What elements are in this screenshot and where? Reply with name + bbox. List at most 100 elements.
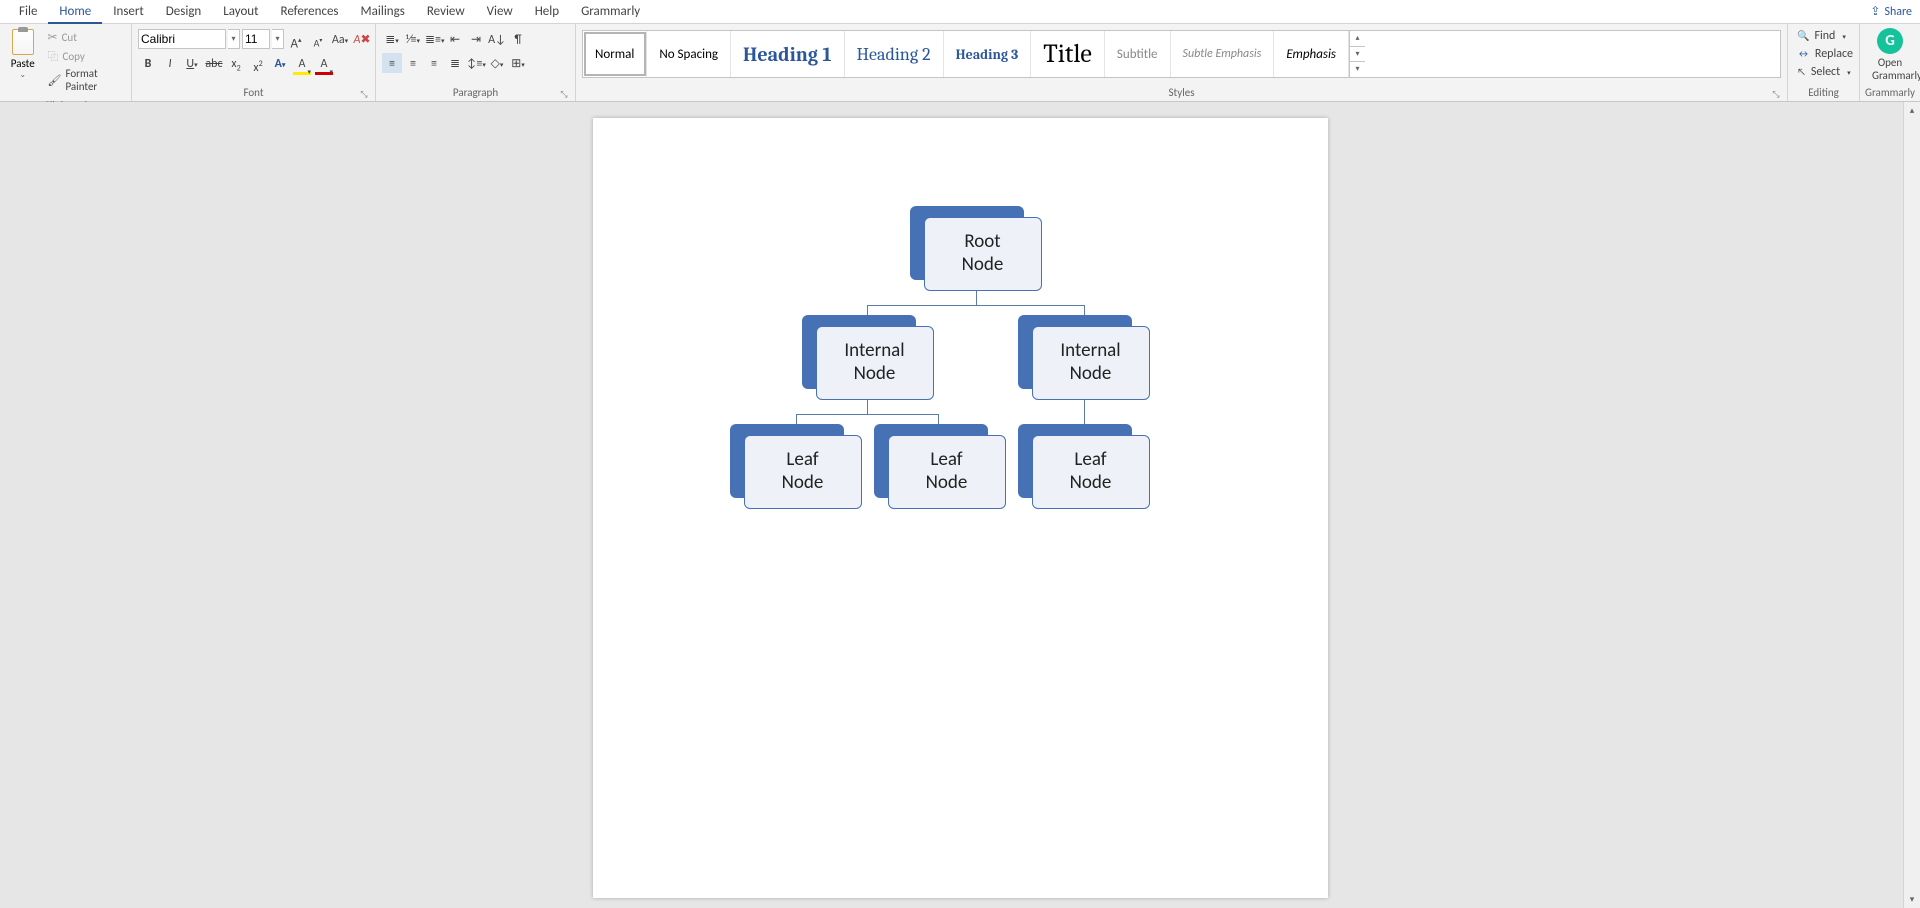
shrink-font-button[interactable]: A▾ — [308, 29, 328, 49]
tab-file[interactable]: File — [8, 0, 48, 24]
numbering-button[interactable]: ⅟≡▾ — [403, 29, 423, 49]
select-button[interactable]: Select▾ — [1794, 64, 1853, 80]
tab-grammarly[interactable]: Grammarly — [570, 0, 651, 24]
justify-button[interactable]: ≣ — [445, 53, 465, 73]
styles-gallery: Normal No Spacing Heading 1 Heading 2 He… — [582, 30, 1781, 78]
font-launcher-icon[interactable]: ⤡ — [359, 89, 369, 99]
highlight-button[interactable]: A▾ — [292, 53, 312, 73]
smartart-diagram[interactable]: RootNode InternalNode InternalNode LeafN… — [728, 206, 1208, 516]
style-subtitle[interactable]: Subtitle — [1105, 31, 1171, 77]
vertical-scrollbar[interactable]: ▴ ▾ — [1903, 102, 1920, 908]
find-label: Find — [1814, 29, 1835, 43]
replace-button[interactable]: Replace — [1794, 46, 1853, 62]
scroll-down-icon[interactable]: ▾ — [1904, 891, 1920, 908]
tab-insert[interactable]: Insert — [102, 0, 155, 24]
strikethrough-button[interactable]: abc — [204, 53, 224, 73]
connector — [1084, 400, 1085, 426]
find-icon — [1797, 29, 1809, 43]
font-name-input[interactable] — [138, 29, 226, 49]
group-font: ▾ ▾ A▴ A▾ Aa▾ A✖ B I U▾ abc x2 x2 A▾ A▾ — [132, 24, 376, 101]
style-subtle-emphasis[interactable]: Subtle Emphasis — [1171, 31, 1275, 77]
gallery-down-icon[interactable]: ▾ — [1350, 47, 1365, 63]
increase-indent-button[interactable]: ⇥ — [466, 29, 486, 49]
share-button[interactable]: ⇪Share — [1870, 4, 1912, 19]
tab-help[interactable]: Help — [524, 0, 570, 24]
format-painter-button[interactable]: Format Painter — [44, 66, 126, 94]
italic-button[interactable]: I — [160, 53, 180, 73]
node-leaf-3[interactable]: LeafNode — [1032, 435, 1150, 509]
tab-references[interactable]: References — [270, 0, 350, 24]
underline-button[interactable]: U▾ — [182, 53, 202, 73]
node-leaf-2[interactable]: LeafNode — [888, 435, 1006, 509]
styles-launcher-icon[interactable]: ⤡ — [1771, 89, 1781, 99]
tab-design[interactable]: Design — [155, 0, 212, 24]
style-normal[interactable]: Normal — [583, 31, 647, 77]
style-heading1[interactable]: Heading 1 — [731, 31, 845, 77]
font-size-input[interactable] — [242, 29, 270, 49]
workspace[interactable]: RootNode InternalNode InternalNode LeafN… — [0, 102, 1920, 908]
tab-layout[interactable]: Layout — [212, 0, 269, 24]
format-painter-label: Format Painter — [65, 67, 121, 93]
align-right-button[interactable]: ≡ — [424, 53, 444, 73]
tab-home[interactable]: Home — [48, 0, 102, 24]
font-color-button[interactable]: A▾ — [314, 53, 334, 73]
decrease-indent-button[interactable]: ⇤ — [445, 29, 465, 49]
scroll-up-icon[interactable]: ▴ — [1904, 102, 1920, 119]
connector — [867, 305, 1085, 306]
align-center-button[interactable]: ≡ — [403, 53, 423, 73]
document-page[interactable]: RootNode InternalNode InternalNode LeafN… — [593, 118, 1328, 898]
open-grammarly-button[interactable]: G Open Grammarly — [1864, 26, 1916, 84]
replace-icon — [1797, 47, 1810, 61]
node-root[interactable]: RootNode — [924, 217, 1042, 291]
style-title[interactable]: Title — [1031, 31, 1105, 77]
group-editing: Find▾ Replace Select▾ Editing — [1788, 24, 1860, 101]
paragraph-launcher-icon[interactable]: ⤡ — [559, 89, 569, 99]
node-internal-2[interactable]: InternalNode — [1032, 326, 1150, 400]
find-button[interactable]: Find▾ — [1794, 28, 1853, 44]
group-paragraph: ≣▾ ⅟≡▾ ≣≡▾ ⇤ ⇥ A↓ ¶ ≡ ≡ ≡ ≣ ↕≡▾ ◇▾ ⊞▾ — [376, 24, 576, 101]
sort-button[interactable]: A↓ — [487, 29, 507, 49]
node-internal-1[interactable]: InternalNode — [816, 326, 934, 400]
tab-view[interactable]: View — [476, 0, 524, 24]
paste-dropdown-icon: ⌄ — [6, 70, 40, 80]
subscript-button[interactable]: x2 — [226, 53, 246, 73]
styles-gallery-scroll[interactable]: ▴ ▾ ▾ — [1349, 31, 1365, 77]
borders-button[interactable]: ⊞▾ — [508, 53, 528, 73]
paste-button[interactable]: Paste ⌄ — [6, 29, 40, 80]
node-leaf-1[interactable]: LeafNode — [744, 435, 862, 509]
menu-bar: File Home Insert Design Layout Reference… — [0, 0, 1920, 24]
font-size-dropdown[interactable]: ▾ — [272, 29, 284, 49]
paste-label: Paste — [6, 57, 40, 70]
change-case-button[interactable]: Aa▾ — [330, 29, 350, 49]
gallery-up-icon[interactable]: ▴ — [1350, 31, 1365, 47]
multilevel-list-button[interactable]: ≣≡▾ — [424, 29, 444, 49]
grow-font-button[interactable]: A▴ — [286, 29, 306, 49]
show-hide-button[interactable]: ¶ — [508, 29, 528, 49]
copy-label: Copy — [63, 50, 85, 63]
cut-button[interactable]: Cut — [44, 29, 126, 46]
style-emphasis[interactable]: Emphasis — [1274, 31, 1349, 77]
font-name-dropdown[interactable]: ▾ — [228, 29, 240, 49]
tab-review[interactable]: Review — [416, 0, 476, 24]
style-heading2[interactable]: Heading 2 — [845, 31, 944, 77]
replace-label: Replace — [1815, 47, 1853, 61]
connector — [867, 400, 868, 414]
connector — [796, 414, 938, 415]
copy-button[interactable]: Copy — [44, 47, 126, 65]
line-spacing-button[interactable]: ↕≡▾ — [466, 53, 486, 73]
grammarly-group-label: Grammarly — [1864, 84, 1916, 101]
bullets-button[interactable]: ≣▾ — [382, 29, 402, 49]
style-no-spacing[interactable]: No Spacing — [647, 31, 731, 77]
style-heading3[interactable]: Heading 3 — [944, 31, 1032, 77]
shading-button[interactable]: ◇▾ — [487, 53, 507, 73]
text-effects-button[interactable]: A▾ — [270, 53, 290, 73]
gallery-more-icon[interactable]: ▾ — [1350, 62, 1365, 77]
grammarly-open-label: Open — [1872, 56, 1908, 69]
connector — [976, 291, 977, 305]
bold-button[interactable]: B — [138, 53, 158, 73]
align-left-button[interactable]: ≡ — [382, 53, 402, 73]
superscript-button[interactable]: x2 — [248, 53, 268, 73]
clear-formatting-button[interactable]: A✖ — [352, 29, 372, 49]
tab-mailings[interactable]: Mailings — [350, 0, 416, 24]
group-styles: Normal No Spacing Heading 1 Heading 2 He… — [576, 24, 1788, 101]
